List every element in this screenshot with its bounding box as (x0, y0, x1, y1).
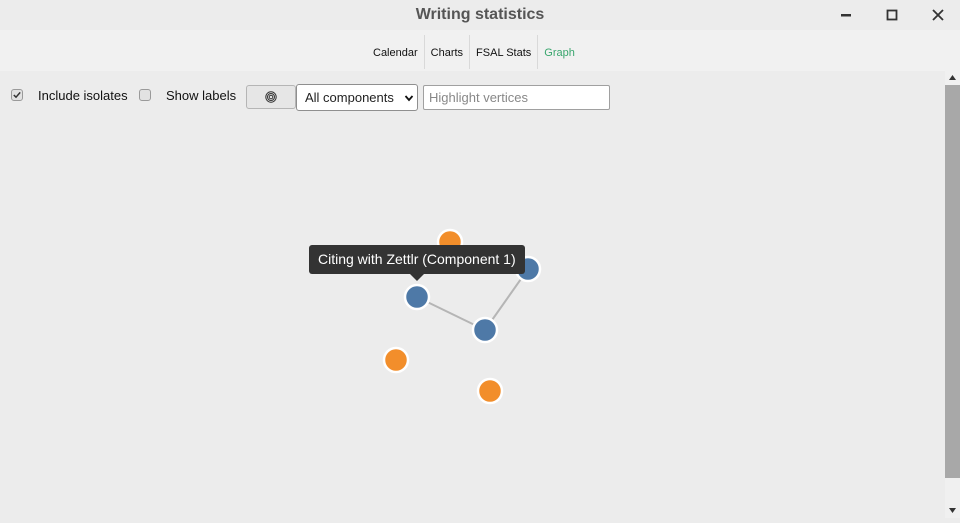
vertical-scrollbar[interactable] (945, 70, 960, 518)
graph-canvas[interactable] (0, 71, 945, 518)
tab-bar: Calendar Charts FSAL Stats Graph (0, 30, 960, 71)
graph-node[interactable] (471, 316, 499, 344)
maximize-button[interactable] (880, 5, 904, 25)
scroll-thumb[interactable] (945, 85, 960, 478)
triangle-up-icon (949, 75, 956, 80)
tab-calendar[interactable]: Calendar (367, 35, 425, 69)
tab-graph[interactable]: Graph (538, 35, 581, 69)
close-button[interactable] (926, 5, 950, 25)
graph-node[interactable] (403, 283, 431, 311)
graph-node-isolate[interactable] (476, 377, 504, 405)
title-bar: Writing statistics (0, 0, 960, 30)
graph-node-isolate[interactable] (382, 346, 410, 374)
maximize-icon (886, 9, 898, 21)
tab-fsal-stats[interactable]: FSAL Stats (470, 35, 539, 69)
scroll-down-button[interactable] (945, 503, 960, 518)
tab-charts[interactable]: Charts (425, 35, 471, 69)
node-tooltip: Citing with Zettlr (Component 1) (309, 245, 525, 274)
close-icon (932, 9, 944, 21)
triangle-down-icon (949, 508, 956, 513)
tooltip-arrow (410, 274, 424, 281)
scroll-up-button[interactable] (945, 70, 960, 85)
minimize-button[interactable] (834, 5, 858, 25)
minimize-icon (841, 14, 851, 17)
window-title: Writing statistics (415, 6, 545, 23)
